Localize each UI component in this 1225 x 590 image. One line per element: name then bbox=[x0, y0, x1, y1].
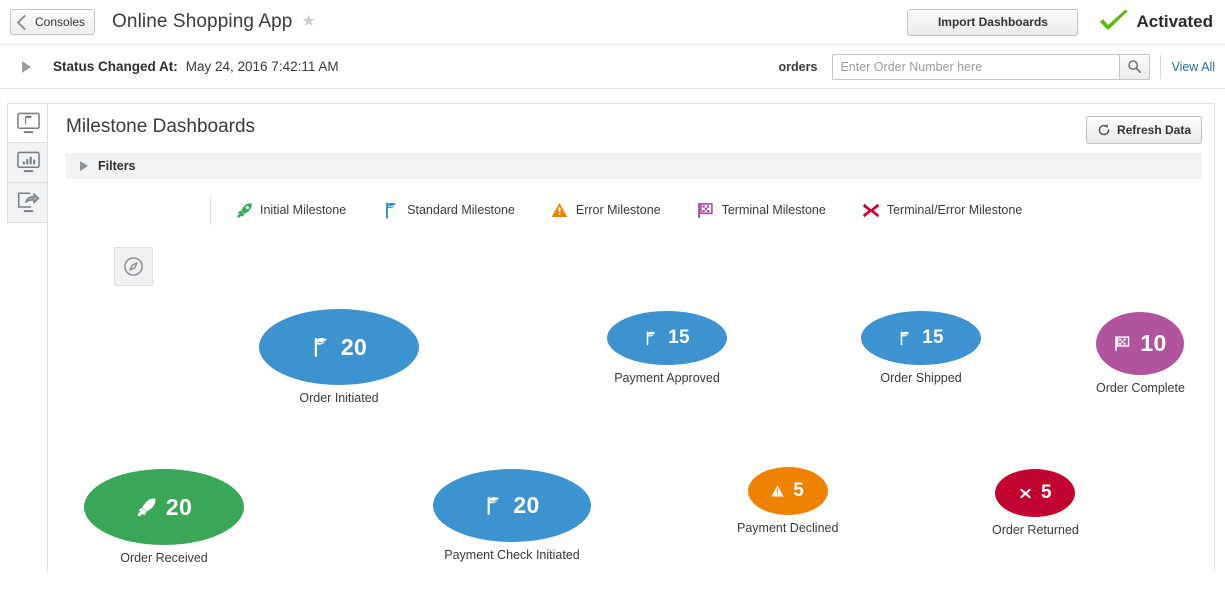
status-expand-icon[interactable] bbox=[22, 60, 31, 73]
flag-icon bbox=[898, 331, 913, 346]
legend-item-error: Error Milestone bbox=[551, 201, 661, 219]
dashboard-export-tab[interactable] bbox=[7, 183, 48, 223]
status-changed-label: Status Changed At: bbox=[53, 59, 178, 74]
milestone-label: Order Initiated bbox=[299, 391, 379, 405]
legend-label: Standard Milestone bbox=[407, 203, 515, 217]
checkered-flag-icon bbox=[1114, 335, 1131, 352]
refresh-icon bbox=[1098, 124, 1110, 136]
milestone-bubble[interactable]: 20 bbox=[433, 469, 591, 542]
milestone-count: 20 bbox=[165, 493, 193, 520]
status-bar: Status Changed At: May 24, 2016 7:42:11 … bbox=[0, 44, 1225, 89]
filters-bar[interactable]: Filters bbox=[66, 153, 1202, 179]
flag-icon bbox=[311, 337, 332, 358]
milestone-count: 20 bbox=[340, 333, 368, 360]
filters-label: Filters bbox=[98, 159, 136, 173]
warning-triangle-icon bbox=[551, 201, 569, 219]
milestone-label: Order Received bbox=[120, 551, 208, 565]
milestone-node[interactable]: 15 Payment Approved bbox=[607, 311, 727, 385]
top-bar: Consoles Online Shopping App ★ Import Da… bbox=[0, 0, 1225, 44]
flag-icon bbox=[644, 331, 659, 346]
refresh-data-button[interactable]: Refresh Data bbox=[1085, 116, 1202, 144]
milestone-label: Order Returned bbox=[992, 523, 1079, 537]
star-icon[interactable]: ★ bbox=[301, 14, 315, 30]
milestone-label: Payment Declined bbox=[737, 521, 839, 535]
page-title: Milestone Dashboards bbox=[66, 116, 256, 137]
divider bbox=[1160, 54, 1162, 79]
milestone-bubble[interactable]: 5 bbox=[995, 469, 1076, 517]
milestone-bubble[interactable]: 15 bbox=[607, 311, 727, 365]
milestone-label: Order Complete bbox=[1096, 381, 1185, 395]
filters-expand-icon[interactable] bbox=[80, 161, 88, 171]
milestone-diagram-canvas: 20 Order Initiated 15 Payment Approved 15 O… bbox=[48, 290, 1214, 590]
checkered-flag-icon bbox=[697, 201, 715, 219]
legend-item-standard: Standard Milestone bbox=[382, 201, 515, 219]
milestone-bubble[interactable]: 20 bbox=[259, 309, 419, 385]
milestone-label: Payment Approved bbox=[614, 371, 720, 385]
consoles-back-button[interactable]: Consoles bbox=[10, 9, 96, 35]
consoles-back-label: Consoles bbox=[35, 15, 86, 29]
search-input[interactable] bbox=[832, 53, 1120, 80]
legend-item-terminal: Terminal Milestone bbox=[697, 201, 826, 219]
monitor-chart-icon bbox=[16, 151, 40, 173]
milestone-dashboard-panel: Milestone Dashboards Refresh Data Filter… bbox=[47, 103, 1215, 572]
panel-header: Milestone Dashboards Refresh Data bbox=[48, 104, 1214, 144]
status-bar-right-group: orders View All bbox=[778, 53, 1215, 80]
legend-item-initial: Initial Milestone bbox=[235, 201, 346, 219]
search-group bbox=[832, 53, 1151, 80]
flag-icon bbox=[382, 201, 400, 219]
milestone-node[interactable]: 15 Order Shipped bbox=[861, 311, 981, 385]
compass-icon bbox=[124, 257, 143, 276]
milestone-bubble[interactable]: 10 bbox=[1096, 312, 1185, 375]
app-title: Online Shopping App bbox=[112, 11, 293, 32]
legend-label: Initial Milestone bbox=[260, 203, 347, 217]
monitor-export-icon bbox=[17, 192, 39, 213]
rocket-icon bbox=[136, 497, 157, 518]
legend-label: Error Milestone bbox=[575, 203, 661, 217]
flag-icon bbox=[484, 496, 504, 516]
chevron-left-icon bbox=[16, 14, 33, 30]
top-bar-right-group: Import Dashboards Activated bbox=[907, 8, 1213, 36]
milestone-count: 20 bbox=[513, 492, 540, 518]
legend-label: Terminal/Error Milestone bbox=[886, 203, 1023, 217]
milestone-count: 15 bbox=[922, 327, 944, 348]
milestone-node[interactable]: 20 Order Initiated bbox=[259, 309, 419, 405]
legend-item-terminal-error: Terminal/Error Milestone bbox=[862, 201, 1022, 219]
milestone-node[interactable]: 5 Payment Declined bbox=[737, 467, 838, 535]
x-cross-icon bbox=[862, 201, 880, 219]
milestone-count: 15 bbox=[668, 327, 690, 348]
milestone-count: 5 bbox=[1040, 482, 1052, 503]
warning-triangle-icon bbox=[771, 485, 784, 497]
view-all-link[interactable]: View All bbox=[1171, 60, 1215, 74]
check-icon bbox=[1098, 10, 1130, 34]
rocket-icon bbox=[235, 201, 253, 219]
milestone-count: 5 bbox=[793, 480, 805, 501]
workspace: Milestone Dashboards Refresh Data Filter… bbox=[0, 89, 1225, 572]
import-dashboards-button[interactable]: Import Dashboards bbox=[907, 8, 1079, 36]
monitor-flag-icon bbox=[16, 112, 40, 133]
milestone-bubble[interactable]: 15 bbox=[861, 311, 981, 365]
search-scope-label: orders bbox=[778, 59, 818, 74]
milestone-node[interactable]: 20 Payment Check Initiated bbox=[433, 469, 591, 562]
search-button[interactable] bbox=[1119, 53, 1151, 80]
milestone-bubble[interactable]: 5 bbox=[747, 467, 828, 515]
diagram-filter-tool-button[interactable] bbox=[114, 247, 153, 286]
milestone-label: Payment Check Initiated bbox=[444, 548, 580, 562]
dashboard-charts-tab[interactable] bbox=[7, 143, 48, 183]
milestone-bubble[interactable]: 20 bbox=[84, 469, 244, 545]
milestone-count: 10 bbox=[1140, 330, 1167, 356]
x-cross-icon bbox=[1019, 487, 1032, 500]
status-changed-value: May 24, 2016 7:42:11 AM bbox=[185, 59, 339, 74]
activation-status-label: Activated bbox=[1136, 12, 1213, 31]
search-icon bbox=[1128, 60, 1142, 73]
milestone-node[interactable]: 20 Order Received bbox=[84, 469, 244, 565]
milestone-node[interactable]: 10 Order Complete bbox=[1096, 312, 1185, 395]
milestone-label: Order Shipped bbox=[880, 371, 962, 385]
milestone-legend: Initial Milestone Standard Milestone Err… bbox=[210, 195, 1214, 225]
dashboard-tab-rail bbox=[7, 103, 48, 223]
legend-label: Terminal Milestone bbox=[721, 203, 826, 217]
refresh-data-label: Refresh Data bbox=[1116, 123, 1191, 137]
dashboard-milestones-tab[interactable] bbox=[7, 103, 48, 143]
milestone-node[interactable]: 5 Order Returned bbox=[992, 469, 1079, 537]
